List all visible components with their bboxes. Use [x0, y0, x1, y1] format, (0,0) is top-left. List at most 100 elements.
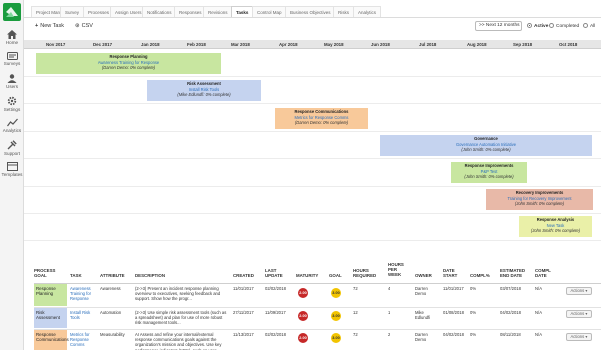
home-icon — [7, 30, 17, 39]
col-complete[interactable]: COMPL% — [470, 273, 495, 278]
month-header: Nov 2017 Dec 2017 Jan 2018 Feb 2018 Mar … — [24, 40, 601, 49]
col-task[interactable]: TASK — [70, 273, 95, 278]
sidebar-item-analytics[interactable]: Analytics — [0, 118, 24, 133]
col-hours-per-week[interactable]: HOURS PER WEEK — [388, 262, 408, 278]
col-description[interactable]: DESCRIPTION — [135, 273, 185, 278]
csv-label: CSV — [81, 23, 93, 29]
tab-survey[interactable]: Survey — [60, 6, 85, 17]
support-icon — [7, 140, 17, 150]
row-estimated-end: 04/02/2018 — [500, 310, 521, 315]
row-hours-per-week: 1 — [388, 310, 391, 315]
gantt-bar-owner: (Darren Demo: 0% complete) — [294, 120, 349, 126]
row-last-update: 02/02/2018 — [265, 286, 286, 291]
col-date-start[interactable]: DATE START — [443, 268, 463, 278]
sidebar-item-support[interactable]: Support — [0, 140, 24, 156]
maturity-badge: 2.00 — [298, 311, 308, 321]
gantt-row-divider — [24, 240, 601, 241]
tab-revisions[interactable]: Revisions — [203, 6, 233, 17]
goal-badge: 3.00 — [331, 333, 341, 343]
gantt-bar-owner: (John Smith: 0% complete) — [464, 174, 514, 180]
row-hours-required: 72 — [353, 286, 358, 291]
col-goal[interactable]: GOAL — [329, 273, 349, 278]
row-attribute: Awareness — [100, 286, 121, 291]
download-icon: ⊛ — [75, 23, 80, 29]
gantt-bar[interactable]: Governance Governance Automation Initiat… — [380, 135, 592, 156]
row-date-start: 04/02/2018 — [443, 332, 464, 337]
tab-responses[interactable]: Responses — [174, 6, 207, 17]
row-estimated-end: 03/07/2018 — [500, 286, 521, 291]
month-label: Aug 2018 — [467, 42, 487, 47]
gantt-row-divider — [24, 213, 601, 214]
sidebar-item-label: Surveys — [3, 61, 21, 66]
row-owner: Darren Demo — [415, 286, 428, 297]
row-task-link[interactable]: Install Risk Tools — [68, 308, 98, 328]
month-label: Jul 2018 — [419, 42, 437, 47]
tab-tasks[interactable]: Tasks — [231, 6, 254, 17]
filter-active-radio[interactable]: Active — [527, 22, 548, 31]
table-row-divider — [34, 307, 601, 308]
maturity-badge: 2.00 — [298, 288, 308, 298]
col-compl-date[interactable]: COMPL DATE — [535, 268, 557, 278]
col-created[interactable]: CREATED — [233, 273, 263, 278]
row-process-goal: Response Planning — [34, 284, 67, 306]
tab-notifications[interactable]: Notifications — [142, 6, 177, 17]
row-complete: 0% — [470, 310, 477, 315]
row-task-link[interactable]: Awareness Training for Response — [68, 284, 98, 306]
col-hours-required[interactable]: HOURS REQUIRED — [353, 268, 383, 278]
col-maturity[interactable]: MATURITY — [296, 273, 326, 278]
month-label: Jun 2018 — [371, 42, 390, 47]
users-icon — [7, 74, 17, 83]
col-estimated-end[interactable]: ESTIMATED END DATE — [500, 268, 530, 278]
gantt-bar[interactable]: Response Improvements P&P Test (John Smi… — [451, 162, 527, 183]
row-attribute: Measurability — [100, 332, 125, 337]
filter-completed-label: Completed — [556, 24, 580, 29]
date-range-select[interactable]: >> Next 12 months — [475, 21, 522, 31]
tab-risks[interactable]: Risks — [333, 6, 354, 17]
sidebar-item-home[interactable]: Home — [0, 30, 24, 45]
sidebar-item-users[interactable]: Users — [0, 74, 24, 89]
csv-button[interactable]: ⊛ CSV — [75, 22, 93, 31]
gantt-bar[interactable]: Risk Assessment Install Risk Tools (Mike… — [147, 80, 261, 101]
row-created: 11/13/2017 — [233, 332, 254, 337]
filter-completed-radio[interactable]: Completed — [549, 22, 579, 31]
tab-control-map[interactable]: Control Map — [252, 6, 287, 17]
gantt-bar[interactable]: Recovery Improvements Training for Recov… — [486, 189, 593, 210]
tab-business-objectives[interactable]: Business Objectives — [285, 6, 336, 17]
col-attribute[interactable]: ATTRIBUTE — [100, 273, 132, 278]
sidebar-item-surveys[interactable]: Surveys — [0, 52, 24, 66]
filter-all-label: All — [590, 24, 596, 29]
table-row-divider — [34, 329, 601, 330]
row-date-start: 11/01/2017 — [443, 286, 464, 291]
row-description: AI Assess and refine your internal/exter… — [135, 332, 222, 350]
row-task-link[interactable]: Metrics for Response Comms — [68, 330, 98, 350]
row-owner: Darren Demo — [415, 332, 428, 343]
gantt-bar[interactable]: Response Communications Metrics for Resp… — [275, 108, 368, 129]
gear-icon — [7, 96, 17, 106]
row-actions-button[interactable]: Actions ▾ — [566, 333, 592, 341]
col-process-goal[interactable]: PROCESS GOAL — [34, 268, 64, 278]
filter-active-label: Active — [534, 24, 549, 29]
col-last-update[interactable]: LAST UPDATE — [265, 268, 287, 278]
sidebar: Home Surveys Users Settings Analytics Su… — [0, 0, 24, 350]
sidebar-item-settings[interactable]: Settings — [0, 96, 24, 112]
row-complete: 0% — [470, 332, 477, 337]
sidebar-item-templates[interactable]: Templates — [0, 162, 24, 177]
app-logo[interactable] — [3, 3, 21, 21]
row-estimated-end: 08/11/2018 — [500, 332, 521, 337]
sidebar-item-label: Support — [3, 151, 21, 156]
col-owner[interactable]: OWNER — [415, 273, 440, 278]
row-attribute: Automation — [100, 310, 122, 315]
new-task-button[interactable]: + New Task — [35, 22, 64, 31]
row-last-update: 11/09/2017 — [265, 310, 286, 315]
gantt-bar[interactable]: Response Analysis New Task (John Smith: … — [519, 216, 592, 237]
gantt-row-divider — [24, 103, 601, 104]
row-compl-date: N/A — [535, 286, 542, 291]
sidebar-item-label: Templates — [1, 172, 23, 177]
gantt-bar[interactable]: Response Planning Awareness Training for… — [36, 53, 221, 74]
tab-analytics[interactable]: Analytics — [353, 6, 382, 17]
row-actions-button[interactable]: Actions ▾ — [566, 287, 592, 295]
row-actions-button[interactable]: Actions ▾ — [566, 310, 592, 318]
goal-badge: 3.00 — [331, 311, 341, 321]
filter-all-radio[interactable]: All — [583, 22, 595, 31]
gantt-timeline: Nov 2017 Dec 2017 Jan 2018 Feb 2018 Mar … — [24, 40, 601, 260]
